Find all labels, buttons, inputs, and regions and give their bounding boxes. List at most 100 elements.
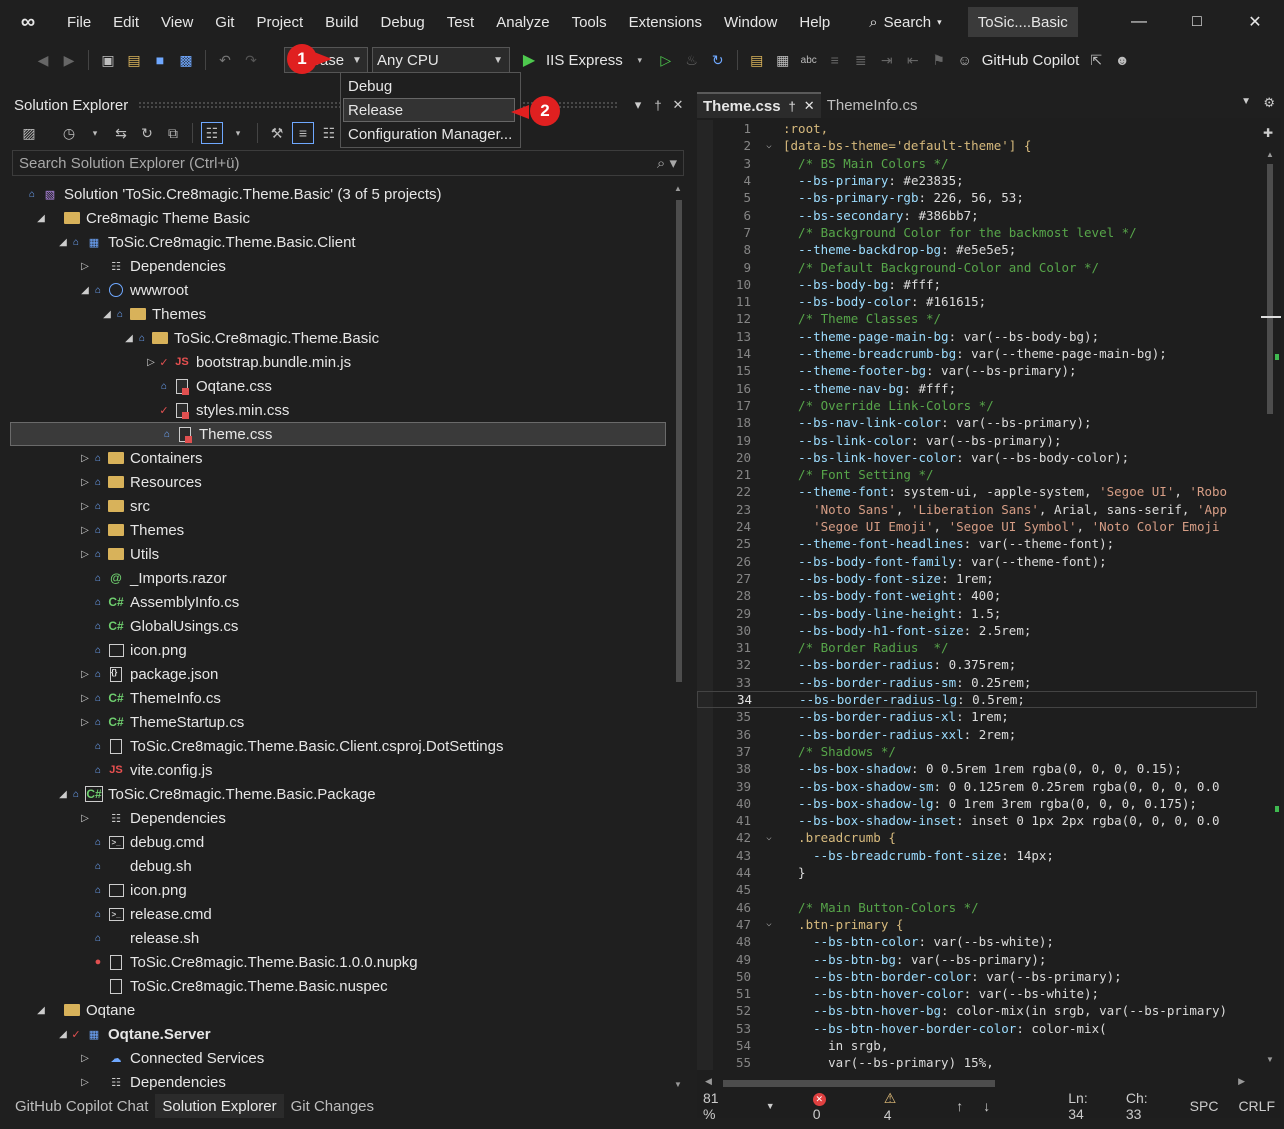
code-line[interactable]: 33 --bs-border-radius-sm: 0.25rem; xyxy=(697,674,1257,691)
code-line[interactable]: 32 --bs-border-radius: 0.375rem; xyxy=(697,656,1257,673)
close-icon[interactable]: ✕ xyxy=(804,98,815,114)
code-line[interactable]: 19 --bs-link-color: var(--bs-primary); xyxy=(697,431,1257,448)
code-line[interactable]: 10 --bs-body-bg: #fff; xyxy=(697,276,1257,293)
tree-item[interactable]: ▷ ☷ Dependencies xyxy=(8,254,668,278)
refresh-icon[interactable]: ↻ xyxy=(707,49,729,71)
tree-item[interactable]: ⌂ icon.png xyxy=(8,638,668,662)
solution-title-badge[interactable]: ToSic....Basic xyxy=(967,7,1078,37)
code-line[interactable]: 24 'Segoe UI Emoji', 'Segoe UI Symbol', … xyxy=(697,518,1257,535)
scrollbar-thumb[interactable] xyxy=(1267,164,1273,414)
tree-item[interactable]: ◢ Cre8magic Theme Basic xyxy=(8,206,668,230)
dropdown-item-debug[interactable]: Debug xyxy=(341,74,520,98)
indent-icon[interactable]: ⇥ xyxy=(876,49,898,71)
search-icon[interactable]: ⌕ ▾ xyxy=(657,154,677,172)
scrollbar-thumb[interactable] xyxy=(723,1080,995,1087)
tree-item[interactable]: ▷ ⌂ C# ThemeStartup.cs xyxy=(8,710,668,734)
tree-item[interactable]: ▷ ⌂ Themes xyxy=(8,518,668,542)
code-line[interactable]: 35 --bs-border-radius-xl: 1rem; xyxy=(697,708,1257,725)
github-copilot-icon[interactable]: ☺ xyxy=(954,49,976,71)
code-line[interactable]: 11 --bs-body-color: #161615; xyxy=(697,293,1257,310)
code-line[interactable]: 26 --bs-body-font-family: var(--theme-fo… xyxy=(697,553,1257,570)
expand-arrow-icon[interactable]: ▷ xyxy=(78,693,92,704)
tree-item[interactable]: ⌂ Oqtane.css xyxy=(8,374,668,398)
code-line[interactable]: 17 /* Override Link-Colors */ xyxy=(697,397,1257,414)
code-line[interactable]: 51 --bs-btn-hover-color: var(--bs-white)… xyxy=(697,985,1257,1002)
code-line[interactable]: 5 --bs-primary-rgb: 226, 56, 53; xyxy=(697,189,1257,206)
collapse-arrow-icon[interactable]: ◢ xyxy=(122,333,136,344)
tree-item[interactable]: ▷ ⌂ {} package.json xyxy=(8,662,668,686)
chevron-down-icon[interactable]: ▼ xyxy=(766,1101,775,1111)
tree-item[interactable]: ◢ ✓ ▦ Oqtane.Server xyxy=(8,1022,668,1046)
tree-item[interactable]: ⌂ >_ release.cmd xyxy=(8,902,668,926)
tab-github-copilot-chat[interactable]: GitHub Copilot Chat xyxy=(8,1094,155,1118)
menu-project[interactable]: Project xyxy=(245,7,314,37)
tree-item[interactable]: ▷ ⌂ C# ThemeInfo.cs xyxy=(8,686,668,710)
tree-item[interactable]: ⌂ release.sh xyxy=(8,926,668,950)
tab-solution-explorer[interactable]: Solution Explorer xyxy=(155,1094,284,1118)
menu-window[interactable]: Window xyxy=(713,7,788,37)
close-icon[interactable]: ✕ xyxy=(668,97,688,113)
menu-edit[interactable]: Edit xyxy=(102,7,150,37)
share-icon[interactable]: ⇱ xyxy=(1085,49,1107,71)
code-line[interactable]: 31 /* Border Radius */ xyxy=(697,639,1257,656)
github-copilot-label[interactable]: GitHub Copilot xyxy=(982,52,1080,69)
menu-git[interactable]: Git xyxy=(204,7,245,37)
code-line[interactable]: 28 --bs-body-font-weight: 400; xyxy=(697,587,1257,604)
menu-view[interactable]: View xyxy=(150,7,204,37)
code-line[interactable]: 4 --bs-primary: #e23835; xyxy=(697,172,1257,189)
code-line[interactable]: 7 /* Background Color for the backmost l… xyxy=(697,224,1257,241)
warnings-indicator[interactable]: ⚠ 4 xyxy=(878,1090,925,1123)
code-line[interactable]: 46 /* Main Button-Colors */ xyxy=(697,899,1257,916)
code-line[interactable]: 2 ⌵ [data-bs-theme='default-theme'] { xyxy=(697,137,1257,154)
menu-test[interactable]: Test xyxy=(436,7,486,37)
tree-item[interactable]: ◢ ⌂ wwwroot xyxy=(8,278,668,302)
menu-debug[interactable]: Debug xyxy=(370,7,436,37)
code-line[interactable]: 47 ⌵ .btn-primary { xyxy=(697,916,1257,933)
tree-item[interactable]: ▷ ⌂ Resources xyxy=(8,470,668,494)
fold-toggle-icon[interactable]: ⌵ xyxy=(755,919,783,929)
editor-vertical-scrollbar[interactable]: ✚ ▲ ▼ xyxy=(1261,120,1281,1070)
expand-arrow-icon[interactable]: ▷ xyxy=(78,669,92,680)
line-indicator[interactable]: Ln: 34 xyxy=(1068,1090,1106,1122)
tab-theme-css[interactable]: Theme.css † ✕ xyxy=(697,92,821,118)
browse-folder-icon[interactable]: ▤ xyxy=(746,49,768,71)
start-debugging-icon[interactable]: ▶ xyxy=(518,49,540,71)
tree-item[interactable]: ⌂ Theme.css xyxy=(10,422,666,446)
collapse-arrow-icon[interactable]: ◢ xyxy=(78,285,92,296)
preview-selected-icon[interactable]: ≡ xyxy=(292,122,314,144)
tree-item[interactable]: ◢ ⌂ Themes xyxy=(8,302,668,326)
menu-file[interactable]: File xyxy=(56,7,102,37)
navigate-back-icon[interactable]: ◀ xyxy=(32,49,54,71)
code-line[interactable]: 55 var(--bs-primary) 15%, xyxy=(697,1054,1257,1070)
maximize-button[interactable]: □ xyxy=(1168,0,1226,44)
expand-arrow-icon[interactable]: ▷ xyxy=(78,525,92,536)
scroll-right-icon[interactable]: ▶ xyxy=(1238,1076,1245,1087)
solution-platform-combo[interactable]: Any CPU ▼ xyxy=(372,47,510,73)
pin-icon[interactable]: † xyxy=(789,99,796,114)
switch-views-icon[interactable]: ▨ xyxy=(18,122,40,144)
refresh-icon[interactable]: ↻ xyxy=(136,122,158,144)
tree-item[interactable]: ⌂ debug.sh xyxy=(8,854,668,878)
fold-toggle-icon[interactable]: ⌵ xyxy=(755,833,783,843)
save-icon[interactable]: ■ xyxy=(149,49,171,71)
tree-item[interactable]: ⌂ @ _Imports.razor xyxy=(8,566,668,590)
panel-options-icon[interactable]: ▾ xyxy=(628,97,648,113)
code-line[interactable]: 54 in srgb, xyxy=(697,1037,1257,1054)
code-line[interactable]: 44 } xyxy=(697,864,1257,881)
code-line[interactable]: 43 --bs-breadcrumb-font-size: 14px; xyxy=(697,847,1257,864)
hot-reload-icon[interactable]: ♨ xyxy=(681,49,703,71)
collapse-arrow-icon[interactable]: ◢ xyxy=(56,1029,70,1040)
uncomment-icon[interactable]: ≣ xyxy=(850,49,872,71)
code-line[interactable]: 39 --bs-box-shadow-sm: 0 0.125rem 0.25re… xyxy=(697,777,1257,794)
editor-horizontal-scrollbar[interactable]: ◀ ▶ xyxy=(697,1076,1281,1090)
undo-icon[interactable]: ↶ xyxy=(214,49,236,71)
code-line[interactable]: 41 --bs-box-shadow-inset: inset 0 1px 2p… xyxy=(697,812,1257,829)
code-line[interactable]: 22 --theme-font: system-ui, -apple-syste… xyxy=(697,483,1257,500)
tree-item[interactable]: ▷ ⌂ Utils xyxy=(8,542,668,566)
code-line[interactable]: 1:root, xyxy=(697,120,1257,137)
code-line[interactable]: 12 /* Theme Classes */ xyxy=(697,310,1257,327)
expand-arrow-icon[interactable]: ▷ xyxy=(78,549,92,560)
tree-item[interactable]: ▷ ☷ Dependencies xyxy=(8,1070,668,1094)
close-button[interactable]: ✕ xyxy=(1226,0,1284,44)
search-button[interactable]: ⌕ Search ▾ xyxy=(861,7,949,37)
